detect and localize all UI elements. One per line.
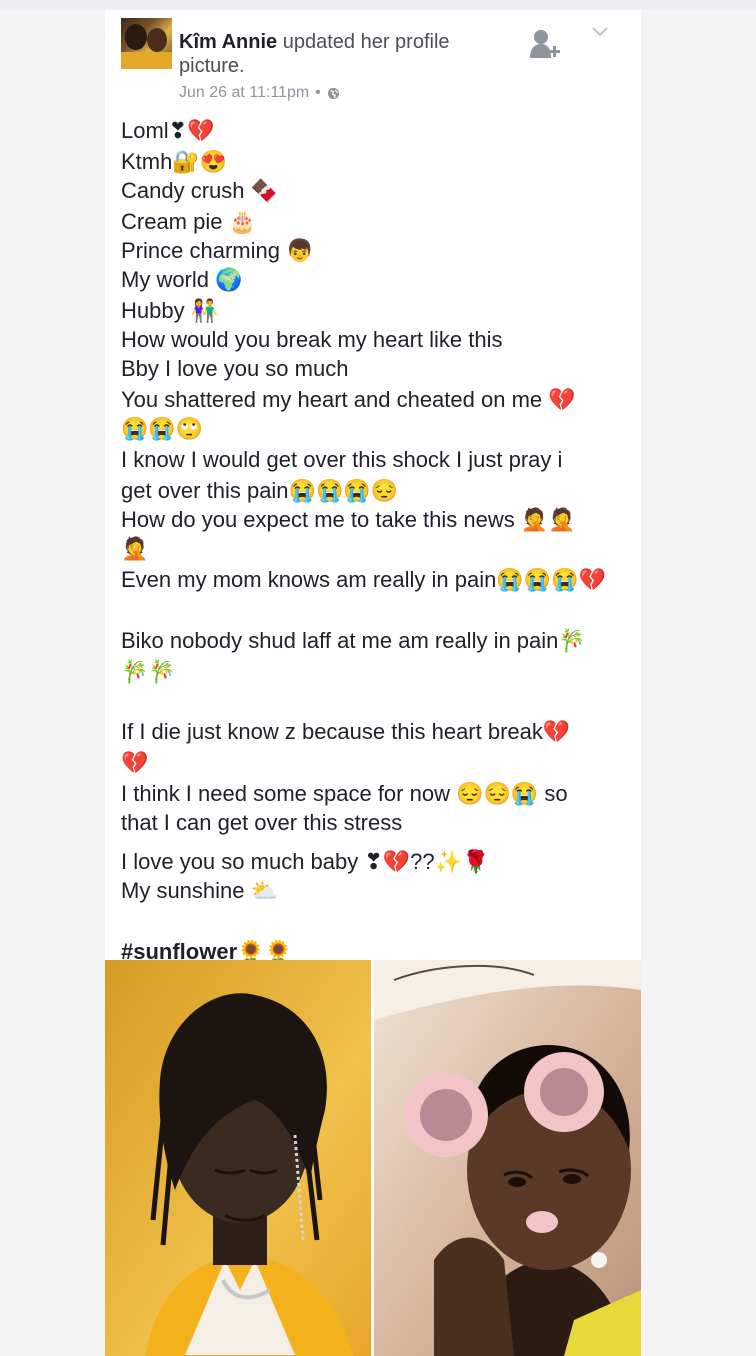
photo-grid bbox=[105, 960, 641, 1356]
post-line: that I can get over this stress bbox=[121, 810, 403, 835]
meta-separator: • bbox=[315, 84, 321, 101]
post-line: Cream pie 🎂 bbox=[121, 209, 256, 234]
post-line: I think I need some space for now 😔😔😭 so bbox=[121, 781, 568, 806]
post-line: I know I would get over this shock I jus… bbox=[121, 447, 563, 472]
post-line: Candy crush 🍫 bbox=[121, 178, 279, 203]
post-timestamp[interactable]: Jun 26 at 11:11pm bbox=[179, 84, 309, 102]
post-line: I love you so much baby ❣💔??✨🌹 bbox=[121, 849, 490, 874]
post-line: 🤦 bbox=[121, 536, 149, 561]
post-meta: Jun 26 at 11:11pm • bbox=[179, 84, 340, 102]
post-line: Ktmh🔐😍 bbox=[121, 149, 228, 174]
post-line: Prince charming 👦 bbox=[121, 238, 314, 263]
post-card: Kîm Annie updated her profile picture. J… bbox=[105, 10, 641, 1356]
author-name[interactable]: Kîm Annie bbox=[179, 31, 277, 53]
post-line: You shattered my heart and cheated on me… bbox=[121, 387, 576, 412]
post-line: 😭😭🙄 bbox=[121, 416, 204, 441]
post-line: Bby I love you so much bbox=[121, 356, 349, 381]
post-line: get over this pain😭😭😭😔 bbox=[121, 478, 399, 503]
globe-icon bbox=[327, 87, 339, 99]
post-line: Loml❣💔 bbox=[121, 118, 215, 143]
post-line: 🎋🎋 bbox=[121, 659, 176, 684]
post-line: Biko nobody shud laff at me am really in… bbox=[121, 628, 586, 653]
post-line: Even my mom knows am really in pain😭😭😭💔 bbox=[121, 567, 606, 592]
post-line: How do you expect me to take this news 🤦… bbox=[121, 507, 576, 532]
post-line: My sunshine ⛅ bbox=[121, 878, 279, 903]
photo-right[interactable] bbox=[374, 960, 641, 1356]
post-line: Hubby 👫 bbox=[121, 298, 219, 323]
post-header: Kîm Annie updated her profile picture. bbox=[179, 30, 499, 78]
chevron-down-icon[interactable] bbox=[589, 24, 611, 40]
post-line: 💔 bbox=[121, 750, 149, 775]
avatar[interactable] bbox=[121, 18, 172, 69]
add-friend-icon[interactable] bbox=[529, 28, 561, 62]
post-line: My world 🌍 bbox=[121, 267, 243, 292]
post-line: If I die just know z because this heart … bbox=[121, 719, 571, 744]
top-strip bbox=[0, 0, 756, 10]
post-line: How would you break my heart like this bbox=[121, 327, 503, 352]
photo-left[interactable] bbox=[105, 960, 371, 1356]
